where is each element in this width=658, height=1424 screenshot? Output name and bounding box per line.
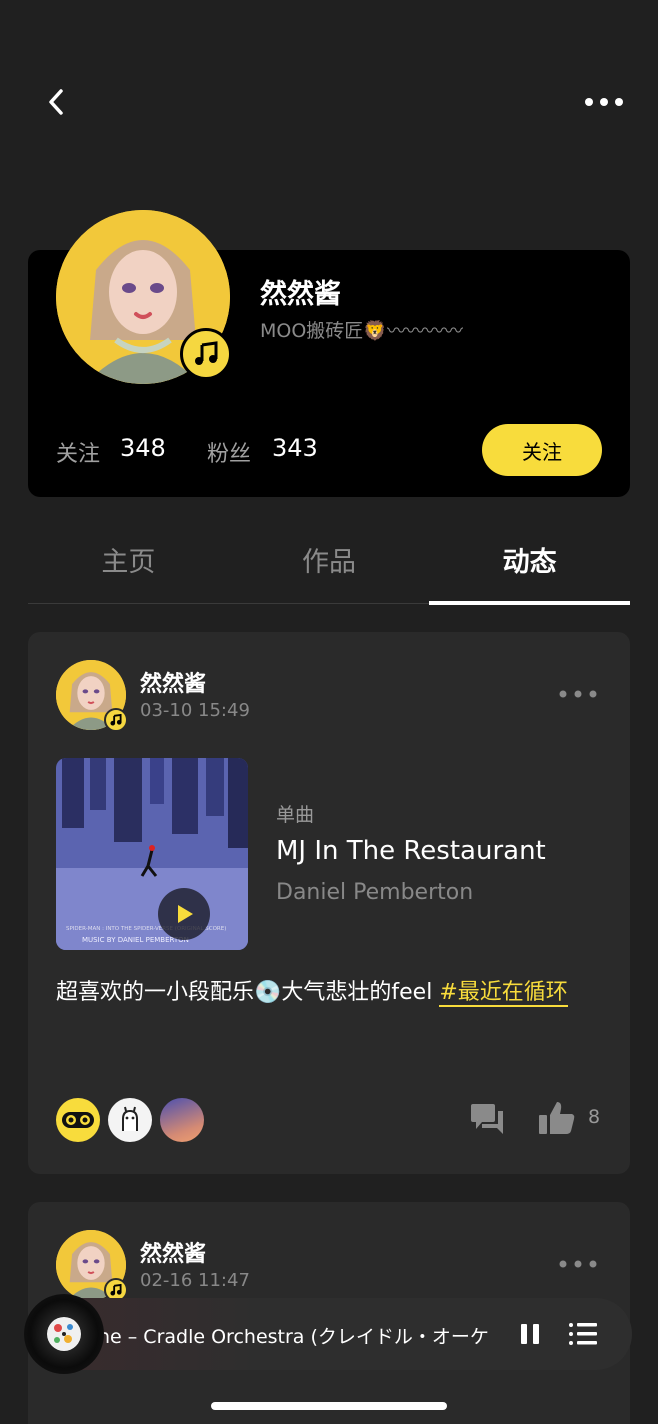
song-type-label: 单曲: [276, 804, 315, 826]
more-dots-icon: [559, 1260, 597, 1268]
playlist-icon[interactable]: [568, 1320, 598, 1348]
fans-label[interactable]: 粉丝: [207, 436, 251, 468]
more-dots-icon: [559, 690, 597, 698]
following-label[interactable]: 关注: [56, 436, 100, 468]
reactor-llama-icon: [122, 1106, 138, 1131]
tab-home[interactable]: 主页: [28, 530, 229, 603]
fans-count[interactable]: 343: [272, 434, 318, 462]
post-timestamp: 02-16 11:47: [140, 1270, 250, 1291]
post-author-name[interactable]: 然然酱: [140, 1236, 206, 1268]
post-more-button[interactable]: [556, 682, 600, 706]
tab-works[interactable]: 作品: [229, 530, 430, 603]
tab-feed[interactable]: 动态: [429, 530, 630, 605]
feed-post: 然然酱 03-10 15:49 SPIDER-MAN : INTO THE SP…: [28, 632, 630, 1174]
play-icon: [178, 905, 193, 923]
post-timestamp: 03-10 15:49: [140, 700, 250, 721]
post-hashtag[interactable]: #最近在循环: [439, 980, 568, 1007]
music-note-icon: [195, 341, 218, 365]
mini-player[interactable]: ne – Cradle Orchestra (クレイドル・オーケ: [40, 1298, 632, 1370]
post-author-name[interactable]: 然然酱: [140, 666, 206, 698]
post-more-button[interactable]: [556, 1252, 600, 1276]
music-note-icon: [110, 1284, 122, 1296]
reactor-avatar[interactable]: [56, 1098, 100, 1142]
reactor-avatar[interactable]: [108, 1098, 152, 1142]
profile-name: 然然酱: [260, 279, 341, 310]
album-art-icon: [47, 1317, 81, 1351]
comment-icon[interactable]: [470, 1102, 504, 1136]
play-button[interactable]: [158, 888, 210, 940]
home-indicator: [211, 1402, 447, 1410]
pause-icon: [533, 1324, 539, 1344]
profile-bio: MOO搬砖匠🦁〰〰〰〰: [260, 320, 463, 342]
reactor-avatar[interactable]: [160, 1098, 204, 1142]
song-artist[interactable]: Daniel Pemberton: [276, 880, 473, 905]
profile-tabs: 主页 作品 动态: [28, 530, 630, 605]
chevron-left-icon: [49, 89, 63, 115]
reactor-eyes-icon: [62, 1112, 94, 1128]
spider-verse-cover: SPIDER-MAN : INTO THE SPIDER-VERSE (ORIG…: [56, 758, 248, 950]
post-text: 超喜欢的一小段配乐💿大气悲壮的feel: [56, 980, 440, 1005]
more-dots-icon: [585, 98, 623, 106]
music-note-icon: [110, 714, 122, 726]
more-options-button[interactable]: [580, 86, 628, 118]
like-count: 8: [588, 1106, 601, 1128]
back-button[interactable]: [36, 82, 76, 122]
song-cover-art[interactable]: SPIDER-MAN : INTO THE SPIDER-VERSE (ORIG…: [56, 758, 248, 950]
music-badge: [180, 328, 232, 380]
now-playing-text[interactable]: ne – Cradle Orchestra (クレイドル・オーケ: [98, 1322, 508, 1349]
following-count[interactable]: 348: [120, 434, 166, 462]
player-disc[interactable]: [24, 1294, 104, 1374]
post-body: 超喜欢的一小段配乐💿大气悲壮的feel #最近在循环: [56, 976, 604, 1009]
song-title[interactable]: MJ In The Restaurant: [276, 836, 546, 866]
thumbs-up-icon[interactable]: [538, 1100, 576, 1136]
follow-button[interactable]: 关注: [482, 424, 602, 476]
pause-icon: [521, 1324, 527, 1344]
pause-button[interactable]: [516, 1320, 544, 1348]
music-badge: [104, 708, 128, 732]
